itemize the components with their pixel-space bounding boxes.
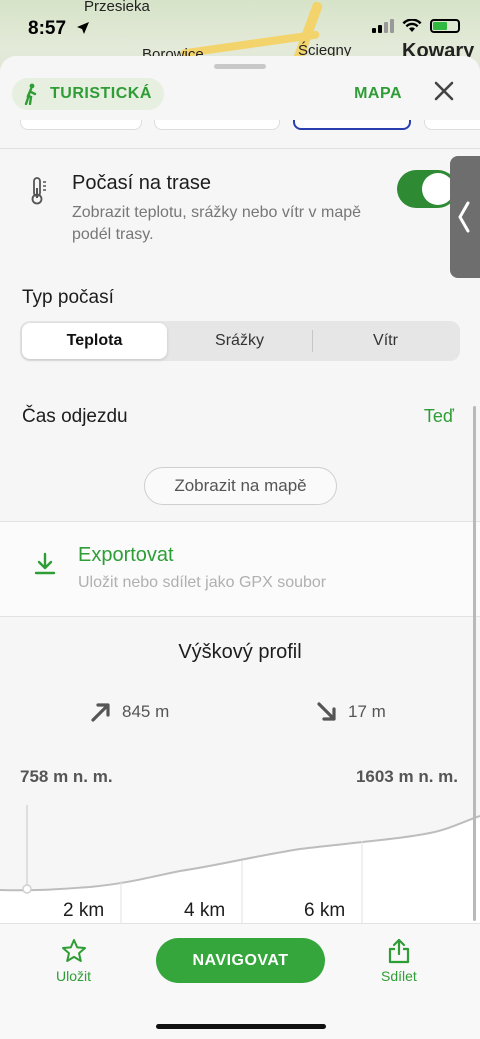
share-icon	[388, 938, 410, 964]
wifi-icon	[402, 19, 422, 32]
descent-value: 17 m	[348, 702, 386, 721]
ascent-stat: 845 m	[90, 701, 169, 723]
route-variant-tabs	[0, 120, 480, 132]
status-bar: 8:57	[0, 0, 480, 58]
weather-title: Počasí na trase	[72, 172, 211, 194]
km-label-4: 4 km	[184, 900, 226, 921]
arrow-down-right-icon	[317, 702, 336, 721]
route-type-chip[interactable]: TURISTICKÁ	[12, 78, 164, 110]
export-row[interactable]: Exportovat Uložit nebo sdílet jako GPX s…	[0, 522, 480, 616]
export-title: Exportovat	[78, 544, 174, 566]
divider	[0, 148, 480, 149]
battery-icon	[430, 19, 460, 33]
elevation-min-label: 758 m n. m.	[20, 767, 113, 786]
descent-stat: 17 m	[316, 701, 386, 723]
bottom-action-bar: Uložit NAVIGOVAT Sdílet	[0, 923, 480, 1039]
segment-precipitation[interactable]: Srážky	[167, 323, 312, 359]
route-detail-sheet: TURISTICKÁ MAPA Počasí na trase Zobrazit…	[0, 56, 480, 1039]
close-icon[interactable]	[432, 79, 456, 103]
status-indicators	[372, 19, 460, 33]
sheet-header: TURISTICKÁ MAPA	[0, 74, 480, 118]
weather-toggle[interactable]	[397, 170, 457, 208]
segment-temperature[interactable]: Teplota	[22, 323, 167, 359]
departure-time-value[interactable]: Teď	[424, 406, 454, 427]
elevation-profile-section: Výškový profil 845 m 17 m 758 m n. m. 16…	[0, 617, 480, 923]
ascent-value: 845 m	[122, 702, 170, 721]
share-button[interactable]: Sdílet	[381, 938, 417, 984]
route-variant-tab-selected[interactable]	[293, 120, 411, 130]
map-button[interactable]: MAPA	[354, 85, 402, 103]
route-variant-tab[interactable]	[424, 120, 480, 130]
departure-time-label: Čas odjezdu	[22, 406, 128, 427]
cellular-signal-icon	[372, 19, 394, 33]
weather-description: Zobrazit teplotu, srážky nebo vítr v map…	[72, 204, 362, 243]
side-panel-handle[interactable]	[450, 156, 480, 278]
elevation-profile-title: Výškový profil	[178, 641, 302, 663]
route-variant-tab[interactable]	[154, 120, 280, 130]
download-icon	[34, 552, 56, 575]
hiker-icon	[24, 83, 37, 105]
elevation-max-label: 1603 m n. m.	[355, 767, 458, 786]
weather-type-segmented-control: Teplota Srážky Vítr	[20, 321, 460, 361]
show-on-map-button[interactable]: Zobrazit na mapě	[144, 467, 337, 505]
thermometer-icon	[31, 177, 46, 205]
status-time: 8:57	[28, 18, 67, 39]
save-button[interactable]: Uložit	[56, 938, 91, 984]
share-label: Sdílet	[381, 968, 417, 984]
location-arrow-icon	[77, 22, 89, 34]
sheet-grabber[interactable]	[214, 64, 266, 69]
home-indicator	[156, 1024, 326, 1029]
scrollbar[interactable]	[473, 406, 476, 921]
save-label: Uložit	[56, 968, 92, 984]
navigate-button[interactable]: NAVIGOVAT	[156, 938, 325, 983]
route-type-label: TURISTICKÁ	[50, 85, 152, 102]
weather-type-label: Typ počasí	[22, 287, 114, 308]
route-variant-tab[interactable]	[20, 120, 142, 130]
export-subtitle: Uložit nebo sdílet jako GPX soubor	[78, 574, 327, 591]
km-label-6: 6 km	[304, 900, 346, 921]
km-label-2: 2 km	[63, 900, 105, 921]
star-icon	[61, 939, 86, 962]
chevron-left-icon	[458, 201, 470, 233]
elevation-start-point	[22, 884, 32, 894]
arrow-up-right-icon	[91, 703, 110, 722]
segment-wind[interactable]: Vítr	[313, 323, 458, 359]
